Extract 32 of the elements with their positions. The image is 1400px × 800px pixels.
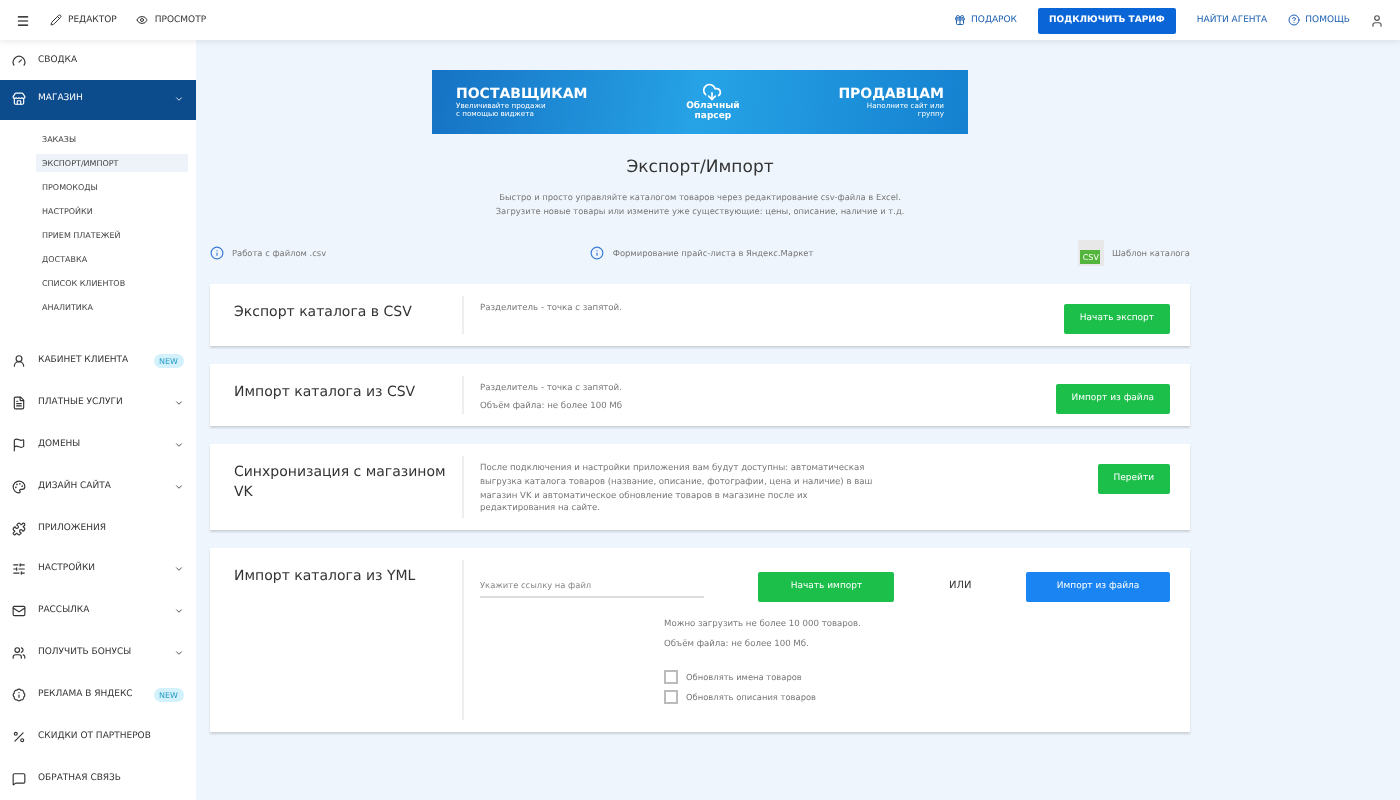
person-icon	[12, 353, 26, 368]
flag-icon	[12, 437, 26, 452]
gauge-icon	[12, 54, 26, 69]
caret-icon	[174, 564, 184, 575]
menu-icon[interactable]	[16, 13, 30, 27]
document-icon	[12, 395, 26, 410]
percent-icon	[12, 730, 26, 745]
caret-icon	[174, 606, 184, 617]
caret-icon	[174, 648, 184, 659]
checkbox[interactable]	[664, 670, 678, 685]
pencil-icon	[50, 14, 62, 26]
caret-icon	[174, 439, 184, 450]
eye-icon	[136, 14, 149, 26]
page-title: Экспорт/Импорт	[626, 158, 774, 178]
palette-icon	[12, 479, 26, 494]
mail-icon	[12, 604, 26, 619]
sliders-icon	[12, 562, 26, 577]
store-icon	[12, 92, 26, 107]
people-icon	[12, 646, 26, 661]
cloud-icon	[702, 82, 723, 102]
caret-icon	[174, 481, 184, 492]
puzzle-icon	[12, 521, 26, 535]
info-icon	[210, 246, 224, 260]
caret-icon	[174, 397, 184, 408]
user-icon[interactable]	[1370, 13, 1384, 27]
checkbox[interactable]	[664, 690, 678, 705]
info-icon	[590, 246, 605, 260]
chat-icon	[12, 772, 26, 787]
gift-icon	[953, 14, 966, 26]
help-icon	[1287, 14, 1300, 26]
caret-icon	[174, 94, 184, 105]
info-badge-icon	[12, 688, 26, 703]
